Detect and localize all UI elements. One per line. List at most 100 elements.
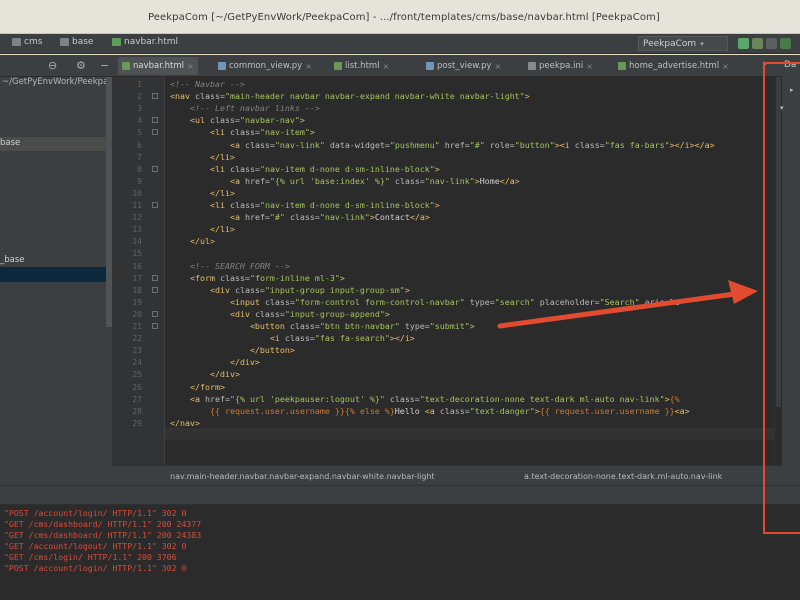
fold-toggle-icon[interactable] [152, 93, 158, 100]
code-line[interactable]: <form class="form-inline ml-3"> [170, 273, 345, 284]
gutter-divider [164, 77, 165, 465]
fold-toggle-icon[interactable] [152, 323, 158, 329]
code-line[interactable]: <li class="nav-item"> [170, 127, 315, 138]
code-line[interactable]: <li class="nav-item d-none d-sm-inline-b… [170, 200, 440, 211]
line-number: 14 [132, 237, 142, 247]
profile-icon[interactable] [780, 38, 791, 49]
code-line[interactable]: <a href="#" class="nav-link">Contact</a> [170, 212, 430, 223]
run-config-select[interactable]: PeekpaCom ▾ [638, 36, 728, 51]
tab-peekpa-ini[interactable]: peekpa.ini × [524, 57, 597, 75]
code-line[interactable]: <nav class="main-header navbar navbar-ex… [170, 91, 530, 102]
line-number: 28 [132, 406, 142, 416]
annotation-highlight-box [763, 62, 800, 534]
code-line[interactable]: </div> [170, 357, 260, 368]
fold-toggle-icon[interactable] [152, 310, 158, 317]
window-titlebar: PeekpaCom [~/GetPyEnvWork/PeekpaCom] - .… [0, 0, 800, 34]
console-line: "GET /cms/dashboard/ HTTP/1.1" 200 24377 [4, 519, 202, 529]
code-line[interactable]: </ul> [170, 236, 215, 247]
tab-label: post_view.py [437, 61, 492, 71]
line-number: 6 [137, 140, 142, 150]
breadcrumb-nav[interactable]: nav.main-header.navbar.navbar-expand.nav… [170, 472, 435, 481]
sidebar-highlight-row[interactable] [0, 267, 112, 282]
code-line[interactable]: <div class="input-group-append"> [170, 309, 390, 320]
line-number: 17 [132, 273, 142, 283]
close-icon[interactable]: × [586, 62, 593, 71]
nav-crumb-file[interactable]: navbar.html [112, 37, 178, 47]
code-line[interactable]: </li> [170, 188, 235, 199]
current-line-highlight [165, 428, 774, 440]
code-line[interactable]: </li> [170, 152, 235, 163]
line-number: 9 [137, 176, 142, 186]
code-line[interactable]: <button class="btn btn-navbar" type="sub… [170, 321, 475, 332]
code-line[interactable]: <i class="fas fa-search"></i> [170, 333, 415, 344]
html-file-icon [112, 38, 121, 46]
code-line[interactable]: <li class="nav-item d-none d-sm-inline-b… [170, 164, 440, 175]
code-line[interactable]: </nav> [170, 418, 200, 429]
code-line[interactable]: <!-- Left navbar links --> [170, 103, 320, 114]
fold-toggle-icon[interactable] [152, 165, 158, 172]
nav-crumb-cms[interactable]: cms [12, 37, 42, 47]
python-file-icon [426, 62, 434, 70]
code-line[interactable]: <!-- Navbar --> [170, 79, 245, 90]
console-line: "GET /account/logout/ HTTP/1.1" 302 0 [4, 541, 187, 551]
tab-list-html[interactable]: list.html × [330, 57, 393, 75]
editor-breadcrumbs: nav.main-header.navbar.navbar-expand.nav… [112, 465, 782, 485]
folder-icon [60, 38, 69, 46]
code-line[interactable]: </form> [170, 382, 225, 393]
code-line[interactable]: </button> [170, 345, 295, 356]
tab-label: home_advertise.html [629, 61, 720, 71]
code-line[interactable]: </div> [170, 369, 240, 380]
line-number: 5 [137, 128, 142, 138]
tab-label: list.html [345, 61, 380, 71]
gear-icon[interactable]: ⚙ [76, 59, 86, 72]
fold-toggle-icon[interactable] [152, 202, 158, 208]
line-number: 3 [137, 104, 142, 114]
console-line: "POST /account/login/ HTTP/1.1" 302 0 [4, 508, 187, 518]
run-icon[interactable] [738, 38, 749, 49]
sidebar-item-base[interactable]: _base [0, 255, 25, 265]
code-line[interactable]: <ul class="navbar-nav"> [170, 115, 305, 126]
fold-toggle-icon[interactable] [152, 117, 158, 124]
code-line[interactable]: <a href="{% url 'peekpauser:logout' %}" … [170, 394, 680, 405]
debug-icon[interactable] [752, 38, 763, 49]
console-line: "GET /cms/login/ HTTP/1.1" 200 3706 [4, 552, 177, 562]
chevron-down-icon: ▾ [700, 39, 704, 48]
nav-crumb-base[interactable]: base [60, 37, 93, 47]
code-line[interactable]: <div class="input-group input-group-sm"> [170, 285, 410, 296]
fold-toggle-icon[interactable] [152, 286, 158, 293]
code-line[interactable]: {{ request.user.username }}{% else %}Hel… [170, 406, 690, 417]
tab-common-view-py[interactable]: common_view.py × [214, 57, 316, 75]
tab-post-view-py[interactable]: post_view.py × [422, 57, 505, 75]
python-file-icon [218, 62, 226, 70]
run-config-value: PeekpaCom [643, 38, 697, 49]
code-line[interactable]: </li> [170, 224, 235, 235]
tab-label: peekpa.ini [539, 61, 584, 71]
line-number: 19 [132, 297, 142, 307]
close-icon[interactable]: × [383, 62, 390, 71]
close-icon[interactable]: × [495, 62, 502, 71]
fold-toggle-icon[interactable] [152, 129, 158, 136]
fold-toggle-icon[interactable] [152, 274, 158, 281]
nav-crumb-label: navbar.html [124, 37, 179, 47]
html-file-icon [334, 62, 342, 70]
hide-icon[interactable]: − [100, 59, 109, 72]
close-icon[interactable]: × [187, 62, 194, 71]
console-line: "GET /cms/dashboard/ HTTP/1.1" 200 24383 [4, 530, 202, 540]
code-editor[interactable]: 1 <!-- Navbar --> 2 <nav class="main-header… [112, 77, 774, 465]
run-console[interactable]: "POST /account/login/ HTTP/1.1" 302 0 "G… [0, 505, 800, 600]
breadcrumb-a[interactable]: a.text-decoration-none.text-dark.ml-auto… [524, 472, 722, 481]
tab-navbar-html[interactable]: navbar.html × [118, 57, 198, 75]
coverage-icon[interactable] [766, 38, 777, 49]
line-number: 1 [137, 80, 142, 89]
code-line[interactable]: <a class="nav-link" data-widget="pushmen… [170, 140, 715, 151]
code-line[interactable]: <!-- SEARCH FORM --> [170, 261, 290, 272]
code-line[interactable]: <input class="form-control form-control-… [170, 297, 680, 308]
close-icon[interactable]: × [722, 62, 729, 71]
close-icon[interactable]: × [305, 62, 312, 71]
sidebar-item-selected[interactable]: base [0, 138, 20, 148]
line-number: 2 [137, 92, 142, 102]
tab-home-advertise-html[interactable]: home_advertise.html × [614, 57, 733, 75]
collapse-icon[interactable]: ⊖ [48, 59, 57, 72]
code-line[interactable]: <a href="{% url 'base:index' %}" class="… [170, 176, 520, 187]
project-sidebar: ~/GetPyEnvWork/PeekpaCom base _base [0, 77, 112, 485]
